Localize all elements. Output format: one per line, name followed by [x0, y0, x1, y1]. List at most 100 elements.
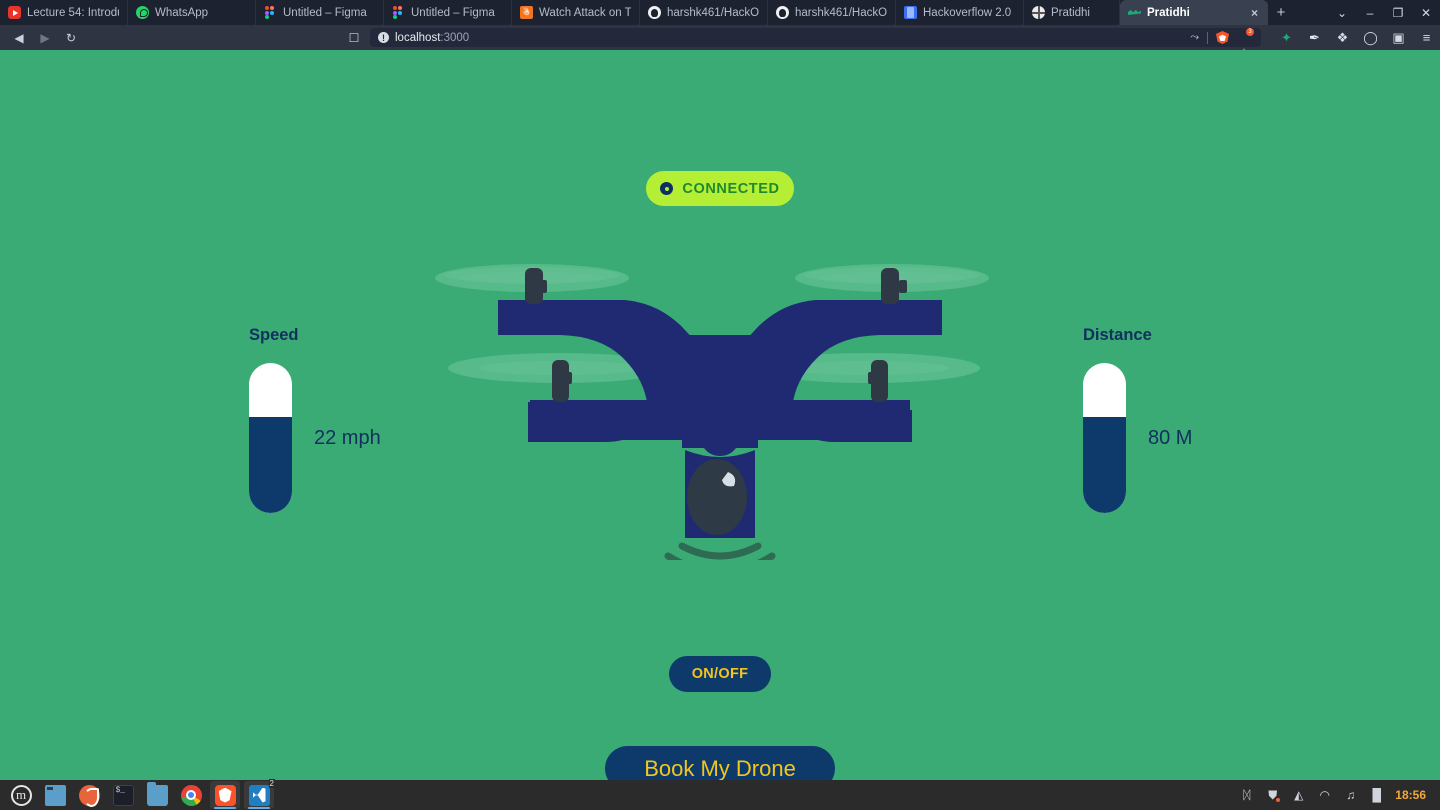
tab-pratidhi-active[interactable]: Pratidhi ×: [1120, 0, 1268, 25]
back-button[interactable]: ◀: [6, 25, 32, 50]
taskbar: 2 ᛞ ⛊ ◭ ◠ ♫ █ 18:56: [0, 779, 1440, 810]
tab-title: Untitled – Figma: [283, 6, 367, 19]
speed-value: 22 mph: [314, 426, 381, 449]
profile-icon[interactable]: ▣: [1391, 30, 1406, 45]
tab-github-2[interactable]: harshk461/HackOverFl: [768, 0, 896, 25]
distance-value: 80 M: [1148, 426, 1193, 449]
taskbar-item-window-list[interactable]: [40, 781, 70, 809]
speed-slider-track[interactable]: [249, 363, 292, 513]
extensions-puzzle-icon[interactable]: ❖: [1335, 30, 1350, 45]
tab-title: Pratidhi: [1147, 6, 1190, 19]
brave-rewards-icon[interactable]: ✦: [1279, 30, 1294, 45]
extension-icon[interactable]: 3: [1237, 27, 1254, 59]
brave-icon: [214, 784, 236, 806]
crunchyroll-icon: ☃: [520, 6, 533, 19]
tab-attack-on-titan[interactable]: ☃ Watch Attack on Titan: [512, 0, 640, 25]
omnibox-actions: ⤳ 3: [1190, 27, 1254, 59]
speed-slider-fill: [249, 417, 292, 513]
chrome-icon: [180, 784, 202, 806]
distance-slider-track[interactable]: [1083, 363, 1126, 513]
tab-title: Hackoverflow 2.0 (Pha: [923, 6, 1015, 19]
tab-title: Untitled – Figma: [411, 6, 495, 19]
motor-lower-right: [868, 360, 888, 402]
share-icon[interactable]: ⤳: [1190, 31, 1199, 44]
tab-strip: Lecture 54: Introduction WhatsApp Untitl…: [0, 0, 1440, 25]
minimize-button[interactable]: –: [1356, 0, 1384, 25]
tab-search-icon[interactable]: ⌄: [1328, 0, 1356, 25]
usb-icon[interactable]: ◭: [1291, 788, 1306, 803]
maximize-button[interactable]: ❐: [1384, 0, 1412, 25]
on-off-button[interactable]: ON/OFF: [669, 656, 771, 692]
gauge-body: 22 mph: [249, 363, 381, 513]
sidebar-icon[interactable]: ◯: [1363, 30, 1378, 45]
window-controls: ⌄ – ❐ ✕: [1328, 0, 1440, 25]
network-icon[interactable]: ◠: [1317, 788, 1332, 803]
battery-icon[interactable]: █: [1369, 788, 1384, 803]
tab-github-1[interactable]: harshk461/HackOverFl: [640, 0, 768, 25]
tab-pratidhi-inactive[interactable]: Pratidhi: [1024, 0, 1120, 25]
github-icon: [648, 6, 661, 19]
connection-indicator-dot: [660, 182, 674, 195]
toolbar-right-icons: ✦ ✒ ❖ ◯ ▣ ≡: [1265, 30, 1434, 46]
menu-hamburger-icon[interactable]: ≡: [1419, 30, 1434, 45]
github-icon: [776, 6, 789, 19]
hackoverflow-icon: [904, 6, 917, 19]
not-secure-icon: !: [378, 32, 389, 43]
tab-title: harshk461/HackOverFl: [667, 6, 759, 19]
taskbar-item-brave[interactable]: [210, 781, 240, 809]
tab-hackoverflow[interactable]: Hackoverflow 2.0 (Pha: [896, 0, 1024, 25]
taskbar-item-chrome[interactable]: [176, 781, 206, 809]
taskbar-item-terminal[interactable]: [108, 781, 138, 809]
window-list-icon: [44, 784, 66, 806]
taskbar-item-vscode[interactable]: 2: [244, 779, 275, 809]
tab-whatsapp[interactable]: WhatsApp: [128, 0, 256, 25]
bookmark-icon[interactable]: ☐: [342, 25, 366, 50]
forward-button[interactable]: ▶: [32, 25, 58, 50]
youtube-icon: [8, 6, 21, 19]
brave-wallet-icon[interactable]: ✒: [1307, 30, 1322, 45]
globe-icon: [1032, 6, 1045, 19]
taskbar-item-firefox[interactable]: [74, 781, 104, 809]
url-text: localhost:3000: [395, 32, 469, 44]
browser-window: Lecture 54: Introduction WhatsApp Untitl…: [0, 0, 1440, 780]
tab-title: Pratidhi: [1051, 6, 1090, 19]
vscode-icon: [248, 784, 270, 806]
motor-lower-left: [552, 360, 572, 402]
update-shield-icon[interactable]: ⛊: [1265, 788, 1282, 803]
gauge-label: Distance: [1083, 326, 1152, 344]
tab-lecture-54[interactable]: Lecture 54: Introduction: [0, 0, 128, 25]
firefox-icon: [78, 784, 100, 807]
system-tray: ᛞ ⛊ ◭ ◠ ♫ █ 18:56: [1239, 788, 1436, 803]
camera-lens: [687, 459, 747, 535]
tab-figma-1[interactable]: Untitled – Figma: [256, 0, 384, 25]
tab-title: Lecture 54: Introduction: [27, 6, 119, 19]
close-window-button[interactable]: ✕: [1412, 0, 1440, 25]
gimbal-neck: [702, 435, 738, 456]
close-icon[interactable]: ×: [1249, 6, 1260, 20]
mint-menu-icon: [10, 784, 32, 806]
book-my-drone-button[interactable]: Book My Drone: [605, 746, 835, 780]
bluetooth-icon[interactable]: ᛞ: [1239, 788, 1254, 803]
figma-icon: [392, 6, 405, 19]
gauge-label: Speed: [249, 326, 299, 344]
gauge-body: 80 M: [1083, 363, 1192, 513]
drone-illustration: [420, 250, 1020, 560]
tab-figma-2[interactable]: Untitled – Figma: [384, 0, 512, 25]
taskbar-item-files[interactable]: [142, 781, 172, 809]
terminal-icon: [112, 784, 134, 806]
address-bar[interactable]: ! localhost:3000 ⤳ 3: [370, 27, 1261, 59]
brave-shields-icon[interactable]: [1216, 31, 1229, 44]
vscode-window-count: 2: [268, 779, 275, 788]
url-host: localhost: [395, 31, 441, 44]
drone-icon: [1128, 6, 1141, 19]
mint-menu-button[interactable]: [6, 781, 36, 809]
distance-slider-fill: [1083, 417, 1126, 513]
tab-title: WhatsApp: [155, 6, 209, 19]
whatsapp-icon: [136, 6, 149, 19]
new-tab-button[interactable]: +: [1268, 0, 1294, 25]
clock[interactable]: 18:56: [1395, 788, 1426, 802]
signal-waves: [664, 542, 776, 560]
reload-button[interactable]: ↻: [58, 25, 84, 50]
files-icon: [146, 781, 168, 806]
volume-icon[interactable]: ♫: [1343, 788, 1358, 803]
